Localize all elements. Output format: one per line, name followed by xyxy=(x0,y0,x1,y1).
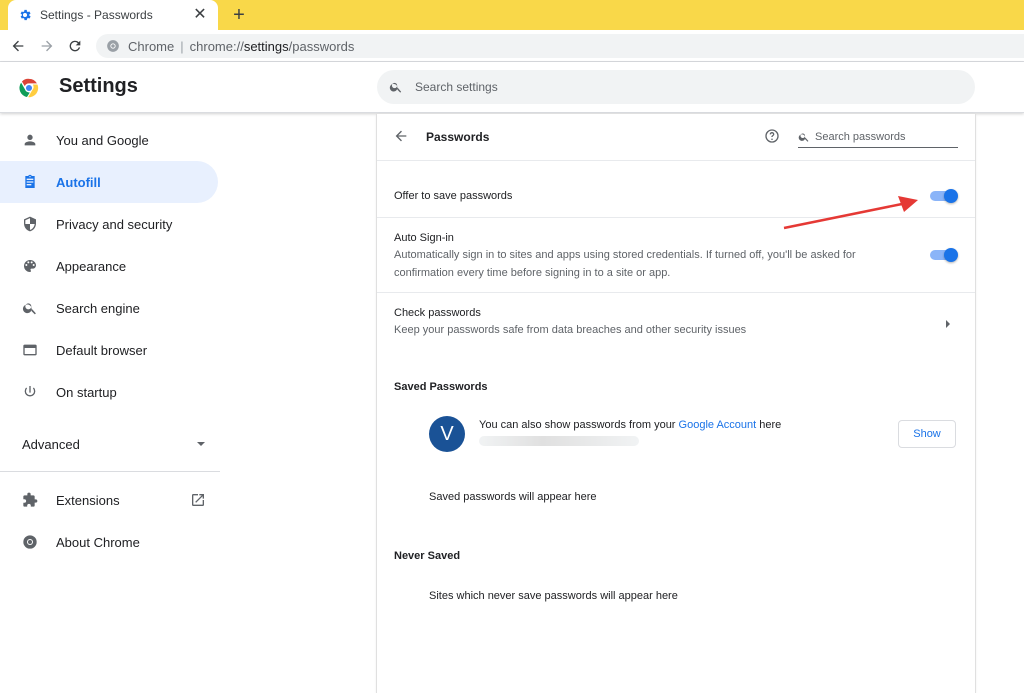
search-passwords-input[interactable]: Search passwords xyxy=(798,126,958,148)
sidebar-item-you-and-google[interactable]: You and Google xyxy=(0,119,218,161)
never-saved-heading: Never Saved xyxy=(394,550,461,562)
reload-icon[interactable] xyxy=(65,36,85,56)
gear-icon xyxy=(18,8,32,22)
auto-signin-description-line2: confirmation every time before signing i… xyxy=(394,267,671,279)
never-saved-empty-text: Sites which never save passwords will ap… xyxy=(429,590,678,602)
search-passwords-placeholder: Search passwords xyxy=(815,130,906,143)
advanced-label: Advanced xyxy=(22,436,80,452)
saved-passwords-empty-text: Saved passwords will appear here xyxy=(429,491,597,503)
offer-to-save-label: Offer to save passwords xyxy=(394,190,513,202)
puzzle-icon xyxy=(22,492,38,508)
back-arrow-icon[interactable] xyxy=(393,128,409,144)
sidebar-item-label: About Chrome xyxy=(56,534,140,550)
check-passwords-description: Keep your passwords safe from data breac… xyxy=(394,324,747,336)
sidebar-item-extensions[interactable]: Extensions xyxy=(0,479,218,521)
chrome-logo-icon xyxy=(22,534,38,550)
sidebar-item-label: Default browser xyxy=(56,342,148,358)
sidebar-item-label: Search engine xyxy=(56,300,140,316)
sidebar-item-label: On startup xyxy=(56,384,117,400)
url-path: /passwords xyxy=(288,38,355,54)
account-text-after: here xyxy=(759,419,782,431)
row-divider xyxy=(377,292,975,293)
search-icon xyxy=(22,300,38,316)
sidebar-item-label: Privacy and security xyxy=(56,216,173,232)
auto-signin-toggle[interactable] xyxy=(930,248,958,262)
browser-window-icon xyxy=(22,342,38,358)
help-icon[interactable] xyxy=(764,128,780,144)
sidebar-item-label: Appearance xyxy=(56,258,127,274)
saved-passwords-heading: Saved Passwords xyxy=(394,381,488,393)
close-icon[interactable]: ✕ xyxy=(192,7,208,23)
sidebar-item-label: Autofill xyxy=(56,174,101,190)
omnibox-chip: Chrome xyxy=(128,38,175,54)
new-tab-button[interactable]: + xyxy=(228,4,250,26)
back-arrow-icon[interactable] xyxy=(8,36,28,56)
blurred-email xyxy=(479,436,639,446)
sidebar-item-label: You and Google xyxy=(56,132,149,148)
palette-icon xyxy=(22,258,38,274)
sidebar-item-on-startup[interactable]: On startup xyxy=(0,371,218,413)
tab-strip: Settings - Passwords ✕ + xyxy=(0,0,1024,30)
sidebar-item-privacy-and-security[interactable]: Privacy and security xyxy=(0,203,218,245)
show-button[interactable]: Show xyxy=(898,420,956,448)
person-icon xyxy=(22,132,38,148)
sidebar-item-default-browser[interactable]: Default browser xyxy=(0,329,218,371)
avatar: V xyxy=(429,416,465,452)
search-settings-input[interactable]: Search settings xyxy=(377,70,975,104)
sidebar-item-about-chrome[interactable]: About Chrome xyxy=(0,521,218,563)
tab-settings-passwords[interactable]: Settings - Passwords ✕ xyxy=(8,0,218,30)
sidebar-item-search-engine[interactable]: Search engine xyxy=(0,287,218,329)
advanced-toggle[interactable]: Advanced xyxy=(22,434,206,454)
search-placeholder: Search settings xyxy=(415,80,498,94)
power-icon xyxy=(22,384,38,400)
passwords-title: Passwords xyxy=(426,130,490,144)
sidebar-divider xyxy=(0,471,220,472)
tab-title: Settings - Passwords xyxy=(40,8,153,22)
auto-signin-description-line1: Automatically sign in to sites and apps … xyxy=(394,249,856,261)
sidebar-item-autofill[interactable]: Autofill xyxy=(0,161,218,203)
chrome-site-icon xyxy=(106,39,120,53)
page-title: Settings xyxy=(59,75,138,97)
address-bar[interactable]: Chrome | chrome://settings/passwords xyxy=(96,34,1024,58)
settings-header: Settings Search settings xyxy=(0,62,1024,113)
search-icon xyxy=(798,131,810,143)
check-passwords-label[interactable]: Check passwords xyxy=(394,307,481,319)
toggle-knob xyxy=(944,189,958,203)
shield-icon xyxy=(22,216,38,232)
omnibox-separator: | xyxy=(180,38,184,54)
google-account-link[interactable]: Google Account xyxy=(679,419,757,431)
card-header: Passwords Search passwords xyxy=(377,114,975,160)
sidebar: You and Google Autofill Privacy and secu… xyxy=(0,114,222,693)
browser-toolbar: Chrome | chrome://settings/passwords xyxy=(0,30,1024,62)
chrome-logo-icon xyxy=(18,77,40,99)
toggle-knob xyxy=(944,248,958,262)
auto-signin-label: Auto Sign-in xyxy=(394,232,454,244)
forward-arrow-icon[interactable] xyxy=(37,36,57,56)
url-scheme: chrome:// xyxy=(189,38,244,54)
sidebar-item-label: Extensions xyxy=(56,492,120,508)
account-text-before: You can also show passwords from your xyxy=(479,419,676,431)
account-passwords-text: You can also show passwords from your Go… xyxy=(479,419,781,431)
search-icon xyxy=(389,80,403,94)
chevron-right-icon[interactable] xyxy=(943,316,953,328)
offer-to-save-toggle[interactable] xyxy=(930,189,958,203)
row-divider xyxy=(377,160,975,161)
sidebar-item-appearance[interactable]: Appearance xyxy=(0,245,218,287)
row-divider xyxy=(377,217,975,218)
chevron-down-icon xyxy=(196,437,206,452)
passwords-card: Passwords Search passwords Offer to save… xyxy=(377,114,975,693)
url-host: settings xyxy=(243,38,289,54)
clipboard-icon xyxy=(22,174,38,190)
open-in-new-icon[interactable] xyxy=(190,492,206,508)
